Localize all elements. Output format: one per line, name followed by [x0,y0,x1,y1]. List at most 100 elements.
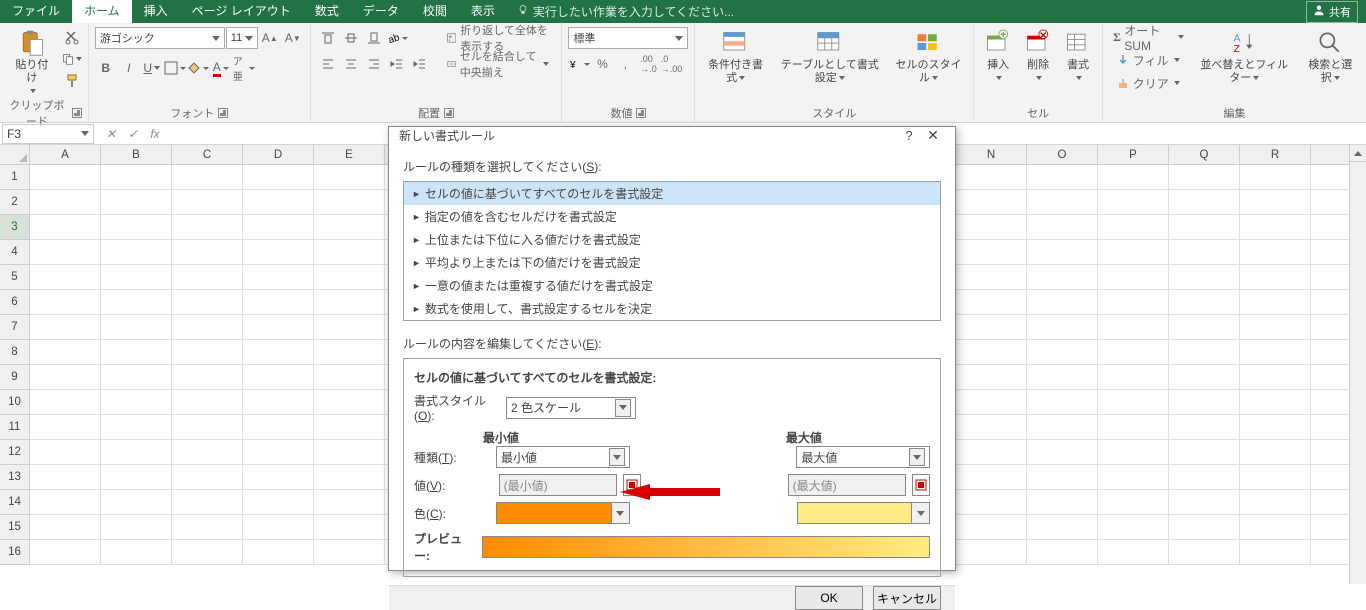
autosum-button[interactable]: Σ オート SUM [1109,27,1188,47]
row-header[interactable]: 14 [0,490,29,515]
row-header[interactable]: 9 [0,365,29,390]
cancel-button[interactable]: キャンセル [873,586,941,610]
name-box[interactable]: F3 [2,124,94,144]
vertical-scrollbar[interactable] [1349,145,1366,584]
rule-type-list[interactable]: ►セルの値に基づいてすべてのセルを書式設定 ►指定の値を含むセルだけを書式設定 … [403,181,941,321]
wrap-text-button[interactable]: abc 折り返して全体を表示する [441,27,556,49]
row-header[interactable]: 6 [0,290,29,315]
col-header[interactable]: B [101,145,172,164]
accounting-format-button[interactable]: ¥ [568,53,590,75]
percent-button[interactable]: % [591,53,613,75]
cut-button[interactable] [62,27,82,47]
row-header[interactable]: 12 [0,440,29,465]
col-header[interactable]: E [314,145,385,164]
rule-type-item[interactable]: ►セルの値に基づいてすべてのセルを書式設定 [404,182,940,205]
font-color-button[interactable]: A [210,57,232,79]
conditional-formatting-button[interactable]: 条件付き書式 [701,27,769,87]
fill-color-button[interactable] [187,57,209,79]
increase-decimal-button[interactable]: .00→.0 [637,53,659,75]
sort-filter-button[interactable]: AZ 並べ替えとフィルター [1192,27,1296,93]
number-launcher[interactable] [636,108,646,118]
decrease-indent-button[interactable] [386,53,408,75]
col-header[interactable]: C [172,145,243,164]
row-header[interactable]: 2 [0,190,29,215]
col-header[interactable]: R [1240,145,1311,164]
rule-type-item[interactable]: ►一意の値または重複する値だけを書式設定 [404,274,940,297]
tab-insert[interactable]: 挿入 [132,0,180,23]
format-as-table-button[interactable]: テーブルとして書式設定 [774,27,886,87]
font-name-select[interactable]: 游ゴシック [95,27,225,49]
dialog-titlebar[interactable]: 新しい書式ルール ? ✕ [389,127,955,144]
min-type-select[interactable]: 最小値 [496,446,630,468]
align-top-button[interactable] [317,27,339,49]
tab-data[interactable]: データ [351,0,411,23]
underline-button[interactable]: U [141,57,163,79]
font-size-select[interactable]: 11 [226,27,258,49]
dialog-close-button[interactable]: ✕ [921,127,945,144]
decrease-decimal-button[interactable]: .0→.00 [660,53,682,75]
tell-me-input[interactable]: 実行したい作業を入力してください... [517,3,734,20]
rule-type-item[interactable]: ►上位または下位に入る値だけを書式設定 [404,228,940,251]
max-color-select[interactable] [797,502,930,524]
row-header[interactable]: 7 [0,315,29,340]
scroll-up-button[interactable] [1350,145,1366,162]
rule-type-item[interactable]: ►指定の値を含むセルだけを書式設定 [404,205,940,228]
ok-button[interactable]: OK [795,586,863,610]
max-value-input[interactable]: (最大値) [788,474,906,496]
rule-type-item[interactable]: ►数式を使用して、書式設定するセルを決定 [404,297,940,320]
border-button[interactable] [164,57,186,79]
col-header[interactable]: A [30,145,101,164]
align-bottom-button[interactable] [363,27,385,49]
increase-font-button[interactable]: A▲ [259,27,281,49]
row-header[interactable]: 13 [0,465,29,490]
orientation-button[interactable]: ab [386,27,408,49]
col-header[interactable]: P [1098,145,1169,164]
share-button[interactable]: 共有 [1306,1,1358,23]
min-value-input[interactable]: (最小値) [499,474,617,496]
alignment-launcher[interactable] [444,108,454,118]
fx-icon[interactable]: fx [146,125,164,143]
merge-center-button[interactable]: セルを結合して中央揃え [441,53,556,75]
phonetic-button[interactable]: ア亜 [233,57,255,79]
row-header[interactable]: 4 [0,240,29,265]
enter-formula-icon[interactable]: ✓ [124,125,142,143]
tab-file[interactable]: ファイル [0,0,72,23]
paste-button[interactable]: 貼り付け [6,27,58,101]
format-painter-button[interactable] [62,71,82,91]
rule-type-item[interactable]: ►平均より上または下の値だけを書式設定 [404,251,940,274]
clear-button[interactable]: クリア [1109,73,1188,93]
increase-indent-button[interactable] [409,53,431,75]
row-header[interactable]: 8 [0,340,29,365]
row-header[interactable]: 10 [0,390,29,415]
min-color-select[interactable] [496,502,629,524]
clipboard-launcher[interactable] [72,108,82,118]
tab-page-layout[interactable]: ページ レイアウト [180,0,303,23]
insert-cells-button[interactable]: 挿入 [980,27,1016,87]
comma-button[interactable]: , [614,53,636,75]
italic-button[interactable]: I [118,57,140,79]
align-center-button[interactable] [340,53,362,75]
format-style-select[interactable]: 2 色スケール [506,397,636,419]
tab-formulas[interactable]: 数式 [303,0,351,23]
tab-home[interactable]: ホーム [72,0,132,23]
row-header[interactable]: 3 [0,215,29,240]
row-header[interactable]: 1 [0,165,29,190]
col-header[interactable]: O [1027,145,1098,164]
format-cells-button[interactable]: 書式 [1060,27,1096,87]
find-select-button[interactable]: 検索と選択 [1300,27,1360,93]
tab-review[interactable]: 校閲 [411,0,459,23]
font-launcher[interactable] [218,108,228,118]
dialog-help-button[interactable]: ? [897,128,921,143]
select-all-corner[interactable] [0,145,30,165]
cancel-formula-icon[interactable]: ✕ [102,125,120,143]
col-header[interactable]: Q [1169,145,1240,164]
max-value-refpicker[interactable] [912,474,930,496]
align-middle-button[interactable] [340,27,362,49]
tab-view[interactable]: 表示 [459,0,507,23]
bold-button[interactable]: B [95,57,117,79]
row-header[interactable]: 15 [0,515,29,540]
copy-button[interactable] [62,49,82,69]
align-right-button[interactable] [363,53,385,75]
align-left-button[interactable] [317,53,339,75]
fill-button[interactable]: フィル [1109,50,1188,70]
